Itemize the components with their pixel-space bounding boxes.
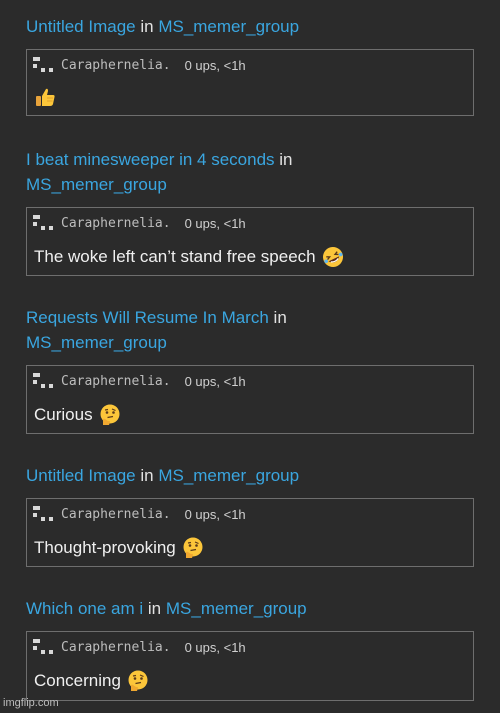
comment-text: The woke left can’t stand free speech [34,246,344,268]
comment-stats: 0 ups, <1h [184,57,246,73]
feed-entry: Requests Will Resume In March in MS_memer… [26,305,474,434]
username-link[interactable]: Caraphernelia. [61,640,171,655]
username-link[interactable]: Caraphernelia. [61,374,171,389]
username-link[interactable]: Caraphernelia. [61,58,171,73]
entry-header: I beat minesweeper in 4 seconds in MS_mem… [26,147,474,197]
feed-entry: Untitled Image in MS_memer_group Caraphe… [26,14,474,116]
avatar[interactable] [33,57,55,73]
group-link[interactable]: MS_memer_group [158,17,299,36]
in-label: in [268,308,287,327]
image-title-link[interactable]: Which one am i [26,599,143,618]
in-label: in [143,599,166,618]
feed-entry: Untitled Image in MS_memer_group Caraphe… [26,463,474,567]
comment-card: Caraphernelia. 0 ups, <1h Curious [26,365,474,434]
image-title-link[interactable]: Untitled Image [26,17,136,36]
comment-text: Concerning [34,670,149,692]
image-title-link[interactable]: Untitled Image [26,466,136,485]
comment-card: Caraphernelia. 0 ups, <1h [26,49,474,116]
comment-body-text: The woke left can’t stand free speech [34,247,316,266]
username-link[interactable]: Caraphernelia. [61,216,171,231]
feed-entry: I beat minesweeper in 4 seconds in MS_mem… [26,147,474,276]
username-link[interactable]: Caraphernelia. [61,507,171,522]
avatar[interactable] [33,215,55,231]
rolling-laughing-emoji [322,247,343,267]
comment-stats: 0 ups, <1h [184,215,246,231]
comment-meta: Caraphernelia. 0 ups, <1h [33,638,246,656]
comment-meta: Caraphernelia. 0 ups, <1h [33,214,246,232]
entry-header: Requests Will Resume In March in MS_memer… [26,305,474,355]
comment-meta: Caraphernelia. 0 ups, <1h [33,505,246,523]
entry-header: Untitled Image in MS_memer_group [26,463,474,488]
group-link[interactable]: MS_memer_group [158,466,299,485]
thinking-face-emoji [100,404,120,425]
in-label: in [135,466,159,485]
comment-stats: 0 ups, <1h [184,506,246,522]
comment-text: Curious [34,404,121,426]
in-label: in [135,17,159,36]
avatar[interactable] [33,639,55,655]
avatar[interactable] [33,506,55,522]
comment-body-text: Thought-provoking [34,538,176,557]
entry-header: Which one am i in MS_memer_group [26,596,474,621]
thinking-face-emoji [128,670,148,691]
comment-card: Caraphernelia. 0 ups, <1h Thought-provok… [26,498,474,567]
thinking-face-emoji [183,537,203,558]
thumbs-up-emoji [36,88,55,106]
comment-stats: 0 ups, <1h [184,373,246,389]
imgflip-watermark: imgflip.com [3,697,59,709]
comment-card: Caraphernelia. 0 ups, <1h The woke left … [26,207,474,276]
group-link[interactable]: MS_memer_group [26,175,167,194]
image-title-link[interactable]: Requests Will Resume In March [26,308,269,327]
comment-text [34,86,56,108]
comment-body-text: Concerning [34,671,121,690]
comment-meta: Caraphernelia. 0 ups, <1h [33,372,246,390]
group-link[interactable]: MS_memer_group [26,333,167,352]
avatar[interactable] [33,373,55,389]
feed-entry: Which one am i in MS_memer_group Caraphe… [26,596,474,701]
in-label: in [274,150,293,169]
comment-meta: Caraphernelia. 0 ups, <1h [33,56,246,74]
entry-header: Untitled Image in MS_memer_group [26,14,474,39]
group-link[interactable]: MS_memer_group [166,599,307,618]
comment-text: Thought-provoking [34,537,204,559]
image-title-link[interactable]: I beat minesweeper in 4 seconds [26,150,275,169]
comment-stats: 0 ups, <1h [184,639,246,655]
comment-card: Caraphernelia. 0 ups, <1h Concerning [26,631,474,701]
comment-body-text: Curious [34,405,93,424]
